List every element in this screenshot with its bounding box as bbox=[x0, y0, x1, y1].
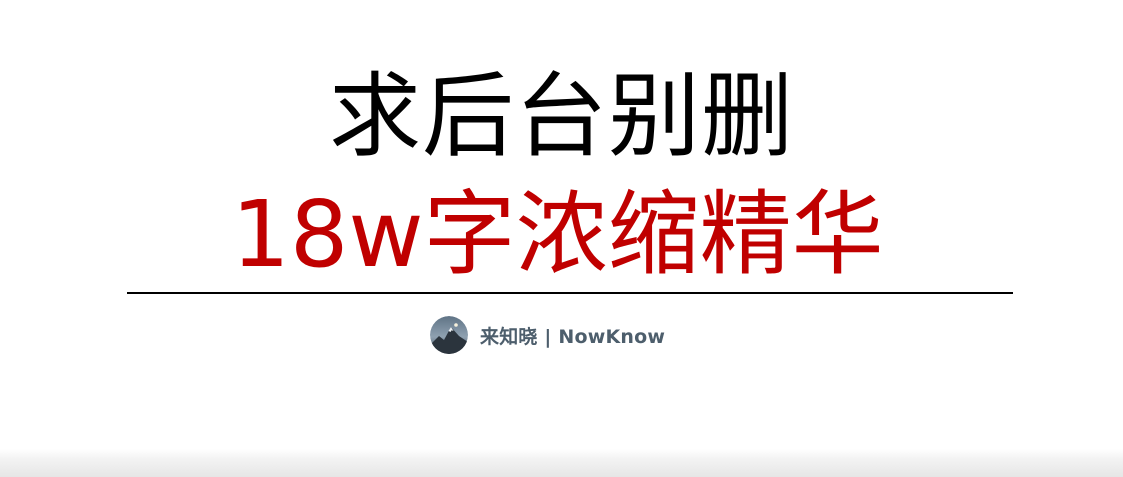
author-byline[interactable]: 来知晓 | NowKnow bbox=[430, 316, 665, 354]
author-name: 来知晓 | NowKnow bbox=[480, 325, 666, 348]
headline: 求后台别删 bbox=[328, 63, 794, 170]
subheadline: 18w字浓缩精华 bbox=[0, 180, 1123, 290]
divider-line bbox=[127, 292, 1013, 294]
mountain-avatar-icon bbox=[430, 316, 468, 354]
bottom-shadow-band bbox=[0, 449, 1123, 477]
subheadline-text: 18w字浓缩精华 bbox=[231, 181, 884, 288]
